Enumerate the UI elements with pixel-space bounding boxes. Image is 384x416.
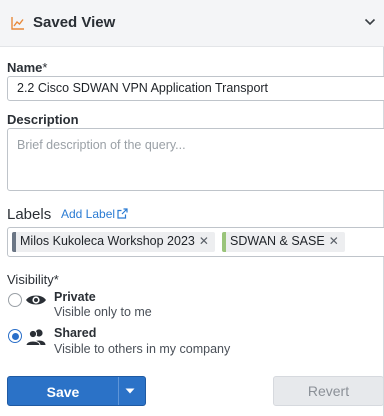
tag-text: Milos Kukoleca Workshop 2023	[20, 234, 195, 248]
name-input[interactable]: 2.2 Cisco SDWAN VPN Application Transpor…	[7, 76, 384, 101]
remove-tag-icon[interactable]: ✕	[329, 234, 339, 248]
tag-color-bar	[222, 232, 226, 252]
panel-header[interactable]: Saved View	[0, 0, 384, 47]
users-icon	[25, 329, 46, 346]
save-button-divider	[118, 377, 119, 405]
shared-radio[interactable]	[8, 329, 22, 343]
line-chart-icon	[11, 17, 24, 30]
labels-input[interactable]: Milos Kukoleca Workshop 2023 ✕ SDWAN & SA…	[7, 227, 384, 257]
saved-view-panel: Saved View Name* 2.2 Cisco SDWAN VPN App…	[0, 0, 384, 416]
chevron-down-icon[interactable]	[364, 17, 376, 27]
save-button-label: Save	[46, 384, 80, 400]
revert-button[interactable]: Revert	[273, 376, 384, 406]
name-label: Name*	[7, 60, 48, 75]
tag-text: SDWAN & SASE	[230, 234, 325, 248]
private-option-subtitle: Visible only to me	[54, 305, 152, 319]
visibility-label: Visibility*	[7, 272, 59, 287]
tag-color-bar	[12, 232, 16, 252]
private-radio[interactable]	[8, 293, 22, 307]
label-tag: Milos Kukoleca Workshop 2023 ✕	[12, 232, 215, 252]
shared-option-subtitle: Visible to others in my company	[54, 342, 231, 356]
remove-tag-icon[interactable]: ✕	[199, 234, 209, 248]
label-tag: SDWAN & SASE ✕	[222, 232, 345, 252]
labels-title: Labels	[7, 206, 52, 223]
private-option-title: Private	[54, 290, 96, 304]
external-link-icon	[117, 208, 128, 219]
save-button[interactable]: Save	[7, 376, 146, 406]
shared-option-title: Shared	[54, 326, 97, 340]
caret-down-icon[interactable]	[125, 388, 135, 394]
panel-title: Saved View	[33, 14, 116, 31]
eye-icon	[26, 295, 46, 305]
description-textarea[interactable]: Brief description of the query...	[7, 128, 384, 191]
add-label-link[interactable]: Add Label	[61, 207, 128, 221]
description-label: Description	[7, 112, 79, 127]
